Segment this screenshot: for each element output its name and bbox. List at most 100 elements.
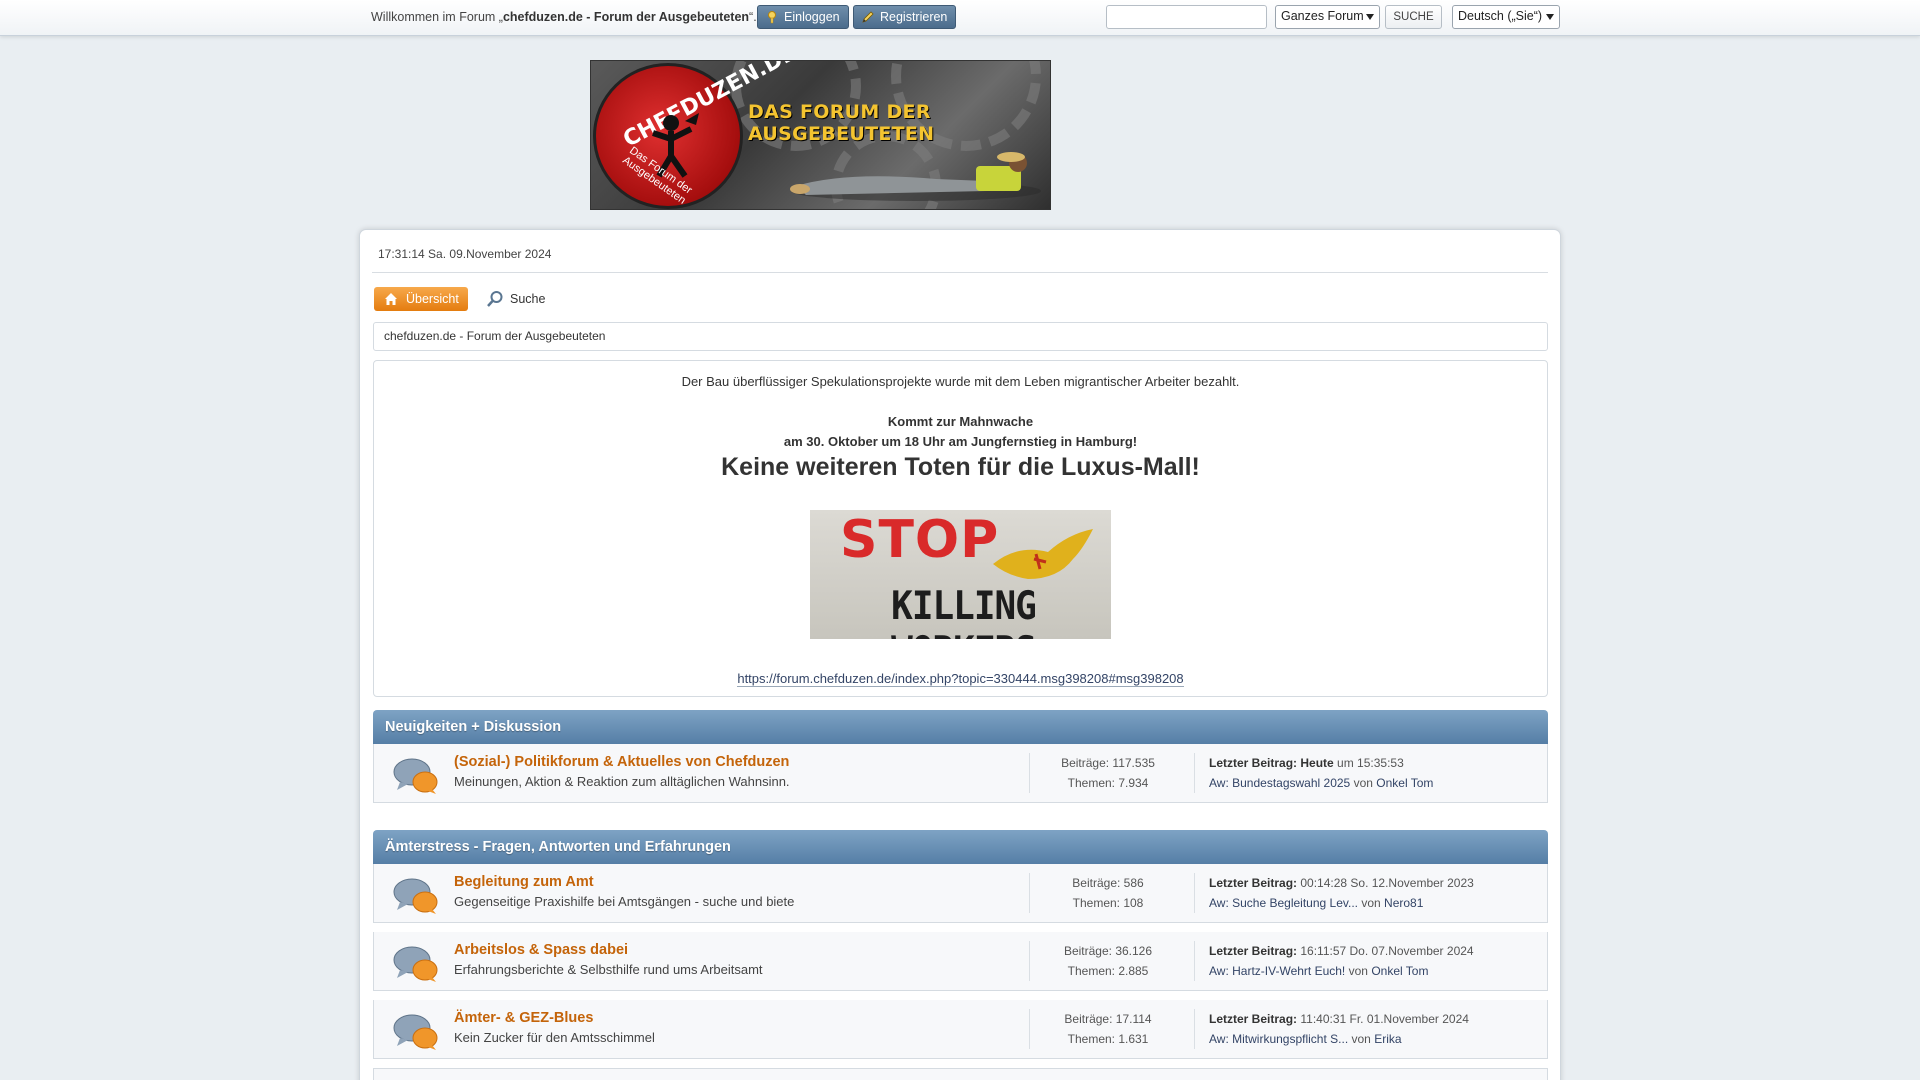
last-post-user-link[interactable]: Erika: [1374, 1032, 1401, 1046]
last-post-time-highlight: Heute: [1300, 756, 1334, 770]
breadcrumb-item[interactable]: chefduzen.de - Forum der Ausgebeuteten: [384, 329, 605, 343]
register-button[interactable]: Registrieren: [853, 5, 957, 29]
news-link-text[interactable]: https://forum.chefduzen.de/index.php?top…: [737, 671, 1184, 687]
board-stats: Beiträge: 17.114 Themen: 1.631: [1029, 1009, 1186, 1049]
banner-title: DAS FORUM DER AUSGEBEUTETEN: [748, 101, 935, 145]
board-last-post: Letzter Beitrag: 11:40:31 Fr. 01.Novembe…: [1194, 1009, 1534, 1049]
board-description: Gegenseitige Praxishilfe bei Amtsgängen …: [454, 894, 795, 909]
banner-logo: CHEFDUZEN.DE Das Forum der Ausgebeuteten: [593, 61, 800, 209]
language-select[interactable]: Deutsch („Sie“): [1452, 5, 1560, 29]
breadcrumb[interactable]: chefduzen.de - Forum der Ausgebeuteten: [373, 322, 1548, 351]
board-posts-count: Beiträge: 586: [1072, 876, 1144, 890]
last-post-user-link[interactable]: Nero81: [1384, 896, 1423, 910]
top-bar: Willkommen im Forum „chefduzen.de - Foru…: [0, 0, 1920, 36]
last-post-time: 16:11:57 Do. 07.November 2024: [1300, 944, 1474, 958]
board-status-icon[interactable]: [392, 876, 440, 916]
last-post-by: von: [1361, 896, 1381, 910]
news-intro: Der Bau überflüssiger Spekulationsprojek…: [681, 374, 1240, 389]
board-row: Ämter- & GEZ-Blues Kein Zucker für den A…: [373, 1000, 1548, 1059]
search-button[interactable]: SUCHE: [1385, 5, 1442, 29]
last-post-topic-link[interactable]: Aw: Hartz-IV-Wehrt Euch!: [1209, 964, 1345, 978]
search-icon: [487, 291, 503, 307]
news-link[interactable]: https://forum.chefduzen.de/index.php?top…: [374, 671, 1547, 687]
board-description: Kein Zucker für den Amtsschimmel: [454, 1030, 655, 1045]
forum-name: chefduzen.de - Forum der Ausgebeuteten: [502, 10, 750, 24]
category-header[interactable]: Ämterstress - Fragen, Antworten und Erfa…: [373, 830, 1548, 864]
category-title[interactable]: Neuigkeiten + Diskussion: [385, 719, 561, 735]
category-title[interactable]: Ämterstress - Fragen, Antworten und Erfa…: [385, 839, 731, 855]
search-input[interactable]: [1106, 5, 1267, 29]
board-status-icon[interactable]: [392, 1012, 440, 1052]
board-last-post: Letzter Beitrag: 16:11:57 Do. 07.Novembe…: [1194, 941, 1534, 981]
board-topics-count: Themen: 108: [1072, 896, 1144, 910]
news-box: Der Bau überflüssiger Spekulationsprojek…: [373, 360, 1548, 697]
board-title-link[interactable]: (Sozial-) Politikforum & Aktuelles von C…: [454, 754, 789, 770]
last-post-label: Letzter Beitrag:: [1209, 1012, 1298, 1026]
last-post-by: von: [1351, 1032, 1371, 1046]
board-posts-count: Beiträge: 17.114: [1064, 1012, 1152, 1026]
board-topics-count: Themen: 7.934: [1067, 776, 1149, 790]
last-post-topic-link[interactable]: Aw: Bundestagswahl 2025: [1209, 776, 1350, 790]
board-row: Begleitung zum Amt Gegenseitige Praxishi…: [373, 864, 1548, 923]
search-scope-value: Ganzes Forum: [1281, 9, 1364, 23]
board-posts-count: Beiträge: 36.126: [1063, 944, 1153, 958]
login-label: Einloggen: [784, 10, 840, 24]
welcome-prefix: Willkommen im Forum „: [371, 10, 503, 24]
last-post-topic-link[interactable]: Aw: Mitwirkungspflicht S...: [1209, 1032, 1348, 1046]
board-row: (Sozial-) Politikforum & Aktuelles von C…: [373, 744, 1548, 803]
board-stats: Beiträge: 117.535 Themen: 7.934: [1029, 753, 1186, 793]
last-post-user-link[interactable]: Onkel Tom: [1376, 776, 1433, 790]
chevron-down-icon: [1366, 14, 1374, 20]
news-image-text-bottom: KILLING WORKERS: [891, 583, 1037, 639]
last-post-label: Letzter Beitrag:: [1209, 944, 1298, 958]
pencil-icon: [862, 11, 874, 23]
board-stats: Beiträge: 586 Themen: 108: [1029, 873, 1186, 913]
board-last-post: Letzter Beitrag: 00:14:28 So. 12.Novembe…: [1194, 873, 1534, 913]
last-post-by: von: [1348, 964, 1368, 978]
category-header[interactable]: Neuigkeiten + Diskussion: [373, 710, 1548, 744]
last-post-label: Letzter Beitrag:: [1209, 756, 1298, 770]
home-icon: [385, 293, 397, 305]
board-topics-count: Themen: 2.885: [1067, 964, 1149, 978]
chevron-down-icon: [1546, 14, 1554, 20]
register-label: Registrieren: [880, 10, 948, 24]
welcome-message: Willkommen im Forum „chefduzen.de - Foru…: [371, 10, 757, 24]
news-image-text-top: STOP: [840, 510, 1000, 570]
board-row: Arbeitslos & Spass dabei Erfahrungsberic…: [373, 932, 1548, 991]
nav-search-button[interactable]: Suche: [486, 287, 545, 311]
last-post-time: 00:14:28 So. 12.November 2023: [1300, 876, 1474, 890]
board-stats: Beiträge: 36.126 Themen: 2.885: [1029, 941, 1186, 981]
current-datetime: 17:31:14 Sa. 09.November 2024: [378, 247, 552, 261]
board-title-link[interactable]: Begleitung zum Amt: [454, 874, 594, 890]
key-icon: [768, 11, 776, 24]
board-title-link[interactable]: Arbeitslos & Spass dabei: [454, 942, 628, 958]
nav-home-label: Übersicht: [406, 292, 459, 306]
board-row: [373, 1068, 1548, 1080]
nav-search-label: Suche: [510, 292, 546, 306]
language-value: Deutsch („Sie“): [1458, 9, 1543, 23]
board-status-icon[interactable]: [392, 944, 440, 984]
last-post-user-link[interactable]: Onkel Tom: [1371, 964, 1428, 978]
last-post-topic-link[interactable]: Aw: Suche Begleitung Lev...: [1209, 896, 1358, 910]
welcome-suffix: “.: [749, 10, 757, 24]
main-content: 17:31:14 Sa. 09.November 2024 Übersicht …: [359, 229, 1561, 1080]
forum-banner[interactable]: CHEFDUZEN.DE Das Forum der Ausgebeuteten…: [590, 60, 1051, 210]
last-post-label: Letzter Beitrag:: [1209, 876, 1298, 890]
search-scope-select[interactable]: Ganzes Forum: [1275, 5, 1380, 29]
board-posts-count: Beiträge: 117.535: [1061, 756, 1155, 770]
board-description: Erfahrungsberichte & Selbsthilfe rund um…: [454, 962, 763, 977]
board-topics-count: Themen: 1.631: [1067, 1032, 1149, 1046]
last-post-time: 11:40:31 Fr. 01.November 2024: [1300, 1012, 1469, 1026]
nav-home-button[interactable]: Übersicht: [374, 287, 468, 311]
news-image: STOP KILLING WORKERS: [810, 510, 1111, 639]
board-description: Meinungen, Aktion & Reaktion zum alltägl…: [454, 774, 790, 789]
dove-graphic: [993, 529, 1093, 579]
news-event-details: am 30. Oktober um 18 Uhr am Jungfernstie…: [783, 434, 1138, 449]
resting-worker-graphic: [790, 152, 1041, 201]
board-status-icon[interactable]: [392, 756, 440, 796]
login-button[interactable]: Einloggen: [757, 5, 849, 29]
board-last-post: Letzter Beitrag: Heute um 15:35:53 Aw: B…: [1194, 753, 1534, 793]
board-title-link[interactable]: Ämter- & GEZ-Blues: [454, 1010, 593, 1026]
news-headline: Keine weiteren Toten für die Luxus-Mall!: [721, 453, 1200, 481]
divider: [372, 272, 1548, 273]
